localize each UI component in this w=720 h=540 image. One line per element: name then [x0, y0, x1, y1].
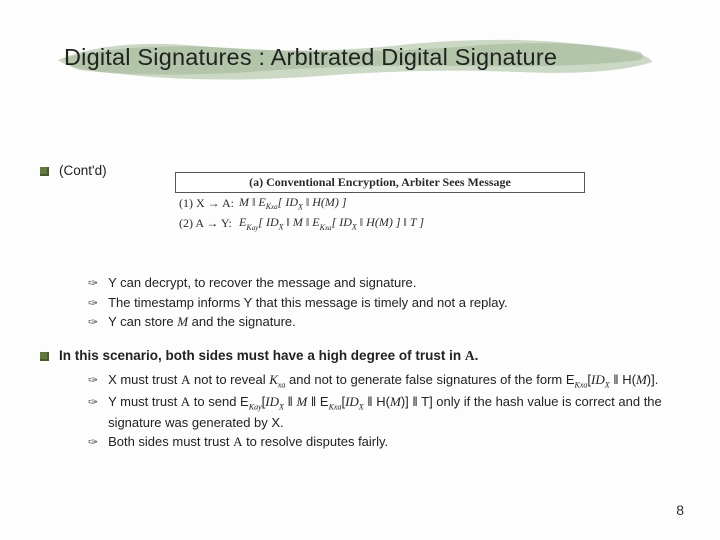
math-K: K: [269, 372, 278, 387]
text-frag: Y can store: [108, 314, 177, 329]
page-title: Digital Signatures : Arbitrated Digital …: [64, 44, 680, 71]
bullet-text: Y must trust A to send EKay[IDX ‖ M ‖ EK…: [108, 393, 680, 431]
text-frag: ‖: [284, 394, 297, 409]
script-bullet-icon: ✑: [88, 275, 98, 291]
title-area: Digital Signatures : Arbitrated Digital …: [64, 44, 680, 71]
square-bullet-icon: [40, 167, 49, 176]
math-Esub: Kxa: [329, 403, 342, 412]
text-frag: not to reveal: [190, 372, 269, 387]
text-frag: and the signature.: [188, 314, 296, 329]
text-frag: Both sides must trust: [108, 434, 233, 449]
heading-trust: In this scenario, both sides must have a…: [40, 347, 680, 365]
text-frag: and not to generate false signatures of …: [285, 372, 574, 387]
page-number: 8: [676, 502, 684, 518]
square-bullet-icon: [40, 352, 49, 361]
bullet-timestamp: ✑ The timestamp informs Y that this mess…: [88, 294, 680, 312]
heading-trust-text: In this scenario, both sides must have a…: [59, 347, 478, 365]
bullet-text: Y can decrypt, to recover the message an…: [108, 274, 416, 292]
text-frag: ‖ H(: [610, 372, 636, 387]
figure-spacer: [40, 186, 680, 272]
text-frag: Y must trust: [108, 394, 181, 409]
text-frag: to send E: [190, 394, 249, 409]
math-M: M: [177, 314, 188, 329]
math-A: A: [181, 372, 190, 387]
script-bullet-icon: ✑: [88, 394, 98, 410]
bullet-y-store: ✑ Y can store M and the signature.: [88, 313, 680, 331]
bullet-y-decrypt: ✑ Y can decrypt, to recover the message …: [88, 274, 680, 292]
math-Esub: Kxa: [575, 381, 588, 390]
spacer: [40, 333, 680, 347]
bullet-text: X must trust A not to reveal Kxa and not…: [108, 371, 658, 391]
math-M: M: [636, 372, 647, 387]
heading-contd: (Cont'd): [40, 162, 680, 180]
script-bullet-icon: ✑: [88, 372, 98, 388]
script-bullet-icon: ✑: [88, 314, 98, 330]
bullet-x-trust: ✑ X must trust A not to reveal Kxa and n…: [88, 371, 680, 391]
bullet-text: Y can store M and the signature.: [108, 313, 296, 331]
text-frag: ‖ H(: [364, 394, 390, 409]
math-M: M: [296, 394, 307, 409]
text-frag: to resolve disputes fairly.: [242, 434, 388, 449]
text-frag: In this scenario, both sides must have a…: [59, 348, 465, 363]
math-A: A: [465, 348, 475, 363]
bullet-text: Both sides must trust A to resolve dispu…: [108, 433, 388, 451]
math-ID: ID: [591, 372, 605, 387]
math-ID: ID: [265, 394, 279, 409]
text-frag: )].: [647, 372, 659, 387]
script-bullet-icon: ✑: [88, 295, 98, 311]
script-bullet-icon: ✑: [88, 434, 98, 450]
math-Esub: Kay: [249, 403, 262, 412]
body-content: (Cont'd) ✑ Y can decrypt, to recover the…: [40, 162, 680, 453]
math-M: M: [390, 394, 401, 409]
contd-label: (Cont'd): [59, 162, 107, 180]
bullet-text: The timestamp informs Y that this messag…: [108, 294, 508, 312]
bullet-both-trust: ✑ Both sides must trust A to resolve dis…: [88, 433, 680, 451]
slide: Digital Signatures : Arbitrated Digital …: [0, 0, 720, 540]
text-frag: X must trust: [108, 372, 181, 387]
bullet-y-trust: ✑ Y must trust A to send EKay[IDX ‖ M ‖ …: [88, 393, 680, 431]
text-frag: .: [475, 348, 479, 363]
math-A: A: [181, 394, 190, 409]
text-frag: ‖ E: [307, 394, 328, 409]
math-ID: ID: [345, 394, 359, 409]
